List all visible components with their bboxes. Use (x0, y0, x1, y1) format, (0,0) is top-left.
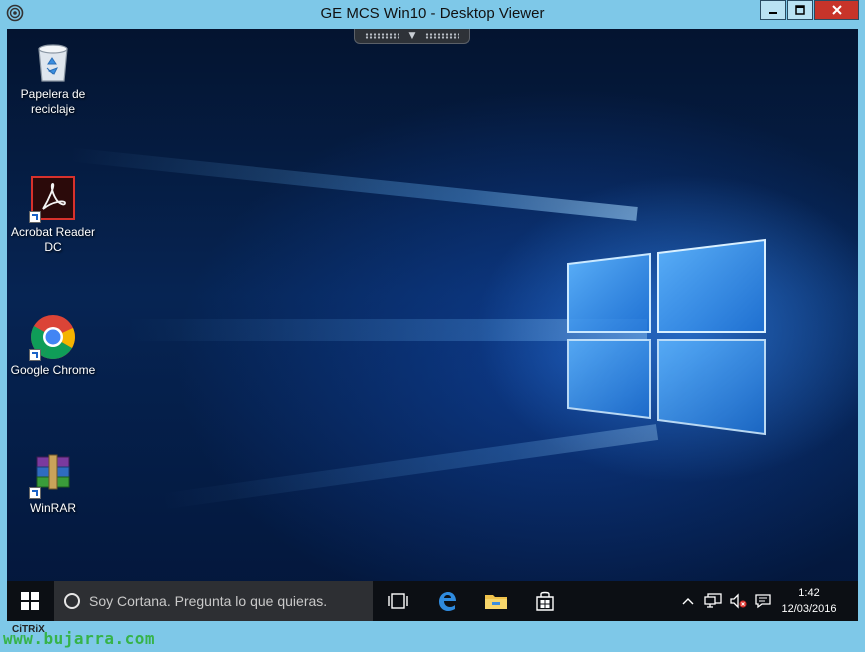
volume-button[interactable] (727, 581, 749, 621)
arrow-down-icon: ▼ (408, 30, 416, 41)
desktop-icon-winrar[interactable]: WinRAR (7, 451, 101, 516)
grip-dots (364, 33, 399, 39)
start-button[interactable] (7, 581, 53, 621)
chevron-up-icon (682, 598, 694, 605)
volume-muted-icon (730, 593, 747, 609)
window-frame: GE MCS Win10 - Desktop Viewer Papelera d… (0, 0, 865, 652)
notifications-icon (755, 594, 771, 609)
shortcut-arrow-icon (29, 211, 41, 223)
network-button[interactable] (701, 581, 725, 621)
file-explorer-button[interactable] (472, 581, 520, 621)
window-title: GE MCS Win10 - Desktop Viewer (320, 5, 545, 22)
store-icon (536, 591, 554, 611)
desktop-icon-label: Papelera de reciclaje (20, 87, 86, 116)
taskbar: Soy Cortana. Pregunta lo que quieras. 1:… (7, 581, 858, 621)
cortana-search-box[interactable]: Soy Cortana. Pregunta lo que quieras. (54, 581, 373, 621)
search-placeholder: Soy Cortana. Pregunta lo que quieras. (89, 593, 328, 609)
minimize-icon (769, 12, 777, 14)
watermark-text: www.bujarra.com (3, 629, 155, 648)
close-icon (831, 5, 842, 15)
shortcut-arrow-icon (29, 487, 41, 499)
maximize-icon (795, 5, 805, 15)
taskbar-clock[interactable]: 1:42 12/03/2016 (773, 585, 845, 617)
desktop-icon-recycle-bin[interactable]: Papelera de reciclaje (7, 37, 101, 117)
desktop-icon-label: Acrobat Reader DC (10, 225, 96, 254)
task-view-button[interactable] (374, 581, 422, 621)
desktop-icon-label: WinRAR (29, 501, 76, 515)
task-view-icon (388, 593, 408, 609)
citrix-toolbar-handle[interactable]: ▼ (354, 29, 470, 44)
desktop-icon-google-chrome[interactable]: Google Chrome (7, 313, 101, 378)
show-hidden-icons-button[interactable] (679, 581, 697, 621)
wallpaper-beam (69, 147, 638, 221)
desktop-icon-acrobat-reader[interactable]: Acrobat Reader DC (7, 175, 101, 255)
windows-start-icon (21, 592, 39, 610)
remote-desktop[interactable]: Papelera de reciclaje Acrobat Reader DC (7, 29, 858, 621)
clock-time: 1:42 (798, 587, 820, 599)
title-bar[interactable]: GE MCS Win10 - Desktop Viewer (0, 0, 865, 28)
edge-icon (439, 592, 456, 611)
windows-logo-wallpaper (567, 238, 766, 436)
grip-dots (425, 33, 460, 39)
close-button[interactable] (814, 0, 859, 20)
minimize-button[interactable] (760, 0, 786, 20)
acrobat-reader-icon (29, 175, 77, 223)
maximize-button[interactable] (787, 0, 813, 20)
edge-button[interactable] (423, 581, 471, 621)
chrome-icon (29, 313, 77, 361)
desktop-icon-label: Google Chrome (10, 363, 96, 377)
cortana-icon (64, 593, 80, 609)
clock-date: 12/03/2016 (781, 603, 837, 615)
network-icon (704, 593, 722, 608)
shortcut-arrow-icon (29, 349, 41, 361)
store-button[interactable] (521, 581, 569, 621)
file-explorer-icon (485, 595, 507, 609)
winrar-icon (29, 451, 77, 499)
recycle-bin-icon (29, 37, 77, 85)
notifications-button[interactable] (752, 581, 774, 621)
